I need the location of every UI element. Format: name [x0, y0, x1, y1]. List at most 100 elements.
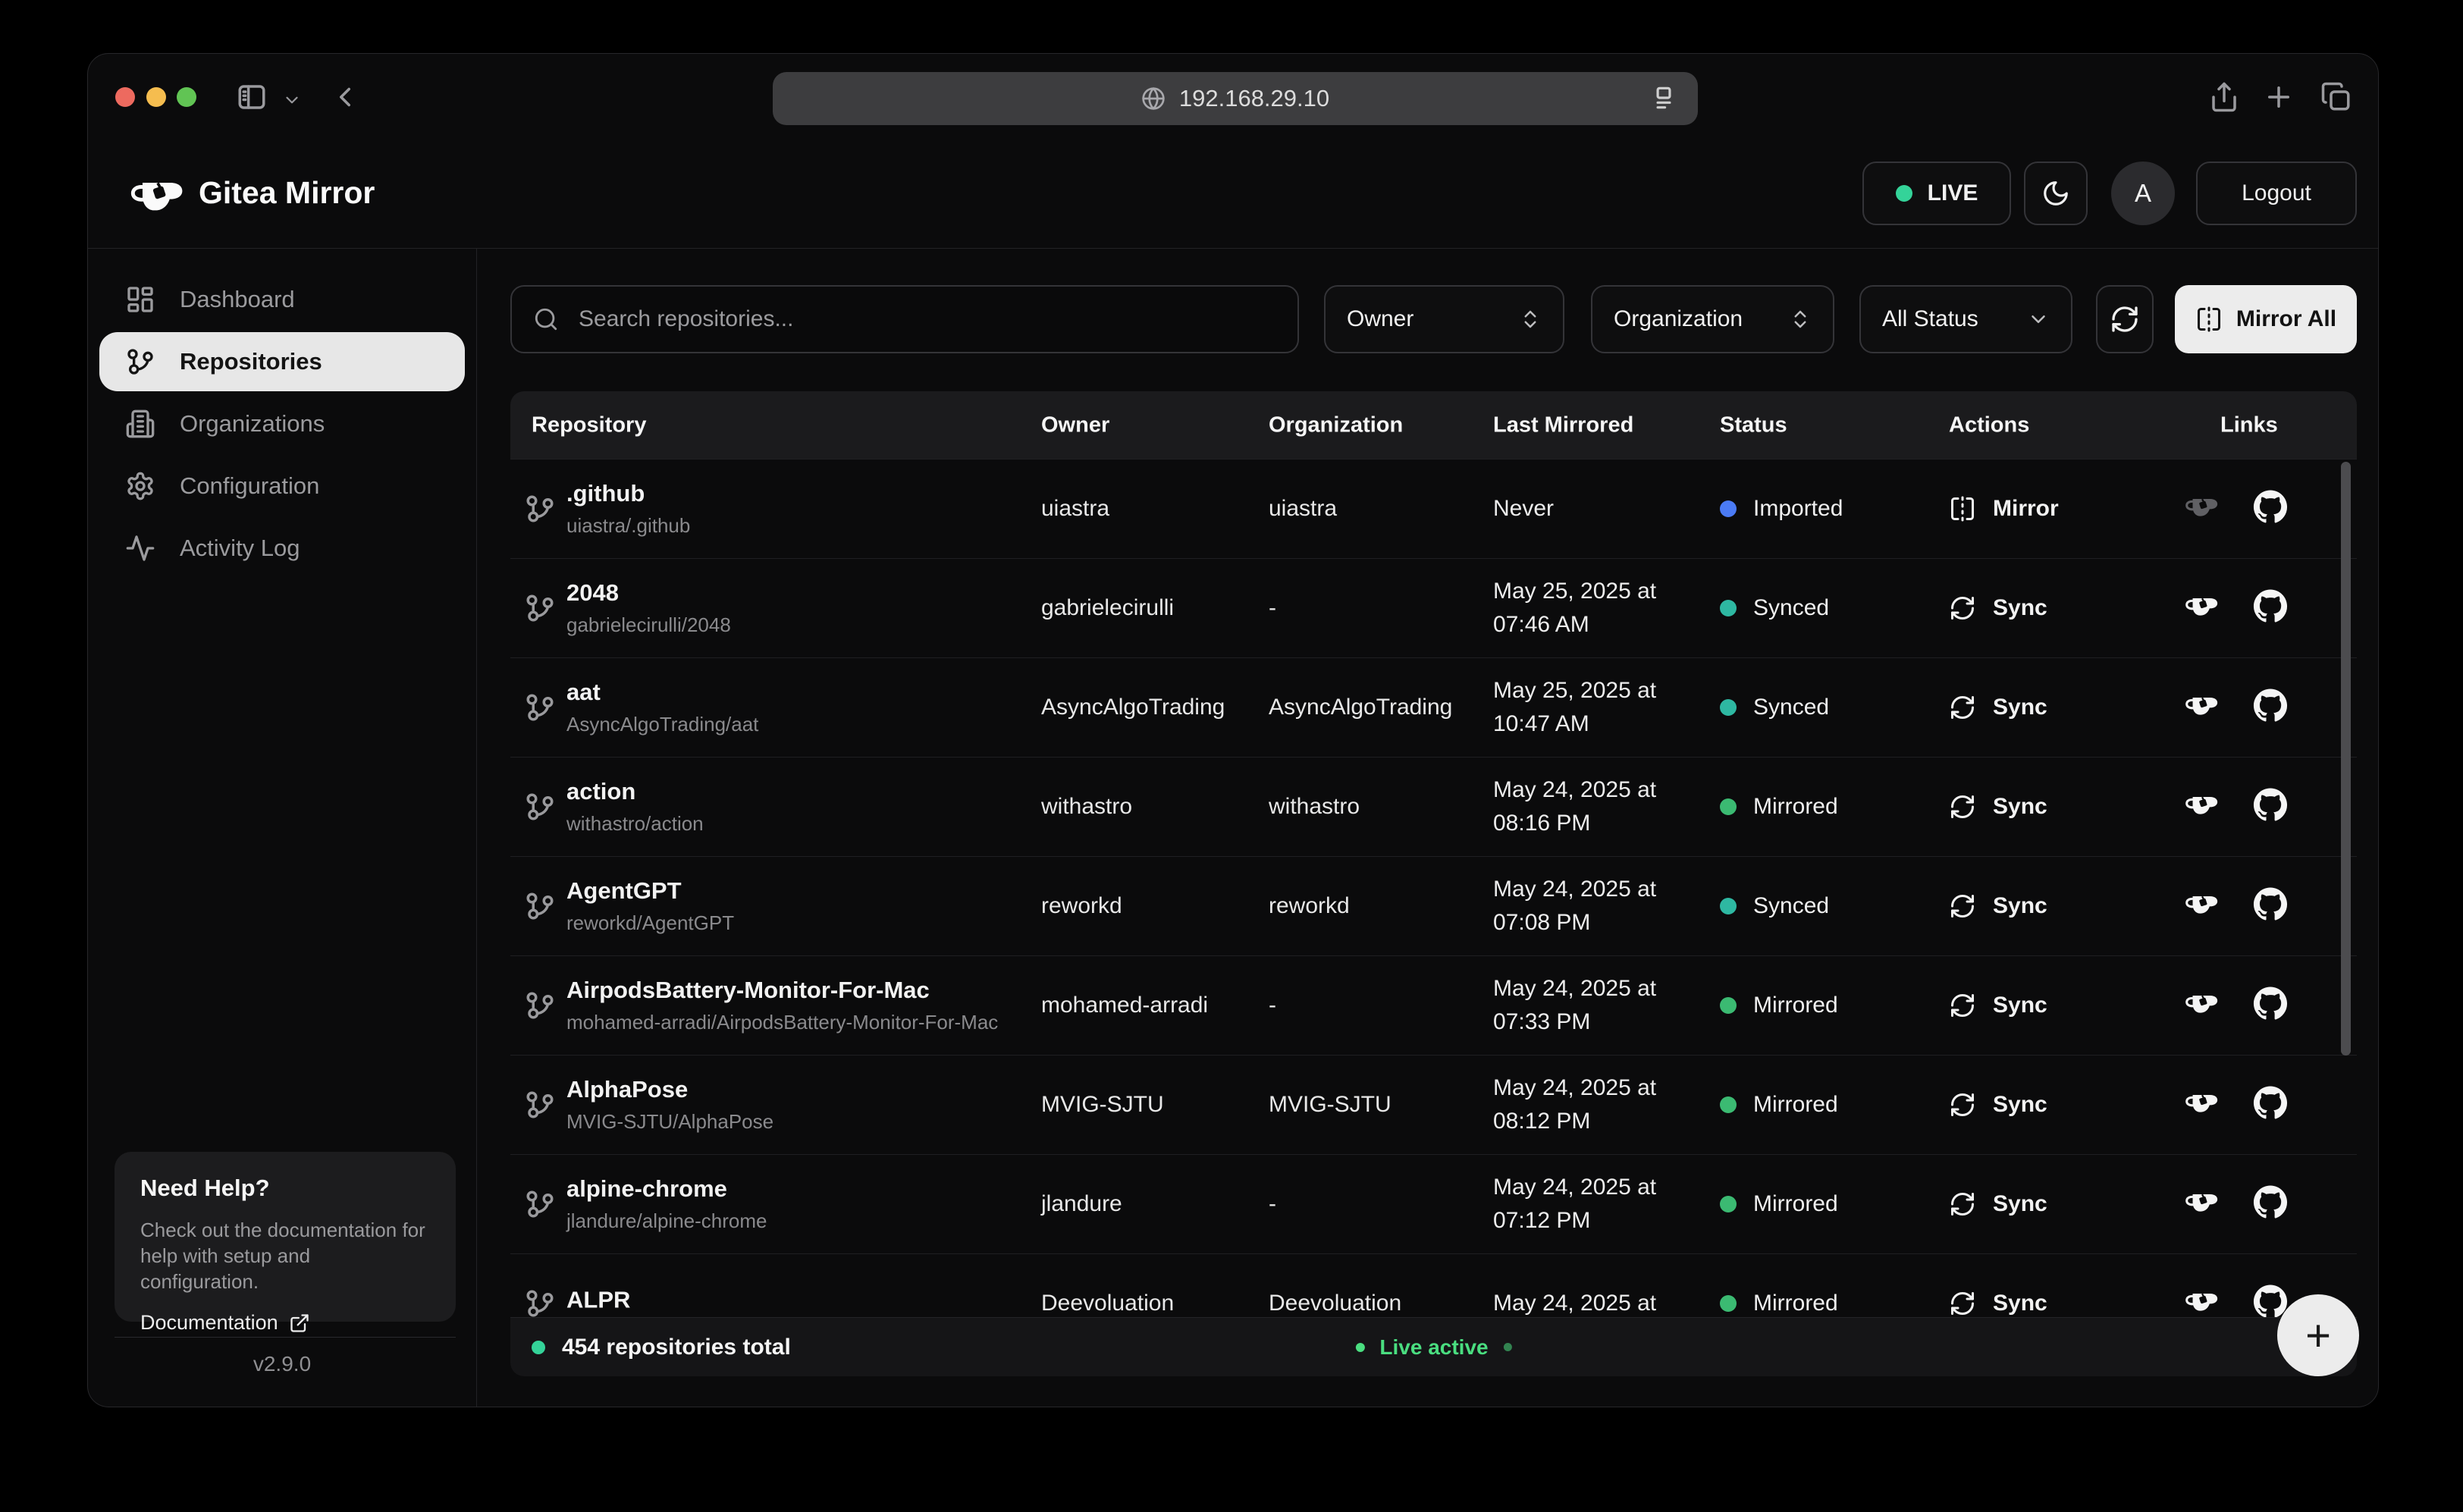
git-fork-icon — [524, 493, 556, 525]
refresh-button[interactable] — [2096, 285, 2154, 353]
moon-icon — [2041, 179, 2070, 208]
repo-links — [2185, 490, 2288, 529]
status-label: Synced — [1753, 595, 1829, 621]
avatar[interactable]: A — [2111, 162, 2175, 225]
status-dot — [1720, 798, 1737, 815]
total-dot — [532, 1341, 545, 1354]
github-link-icon[interactable] — [2253, 987, 2288, 1025]
repo-action-button[interactable]: Sync — [1949, 594, 2047, 622]
github-link-icon[interactable] — [2253, 788, 2288, 827]
share-icon[interactable] — [2208, 81, 2240, 113]
search-input[interactable] — [577, 306, 1276, 333]
sync-action-icon — [1949, 892, 1976, 920]
repo-name[interactable]: 2048 — [566, 579, 731, 607]
repo-owner: uiastra — [1041, 496, 1109, 522]
repo-path: gabrielecirulli/2048 — [566, 613, 731, 637]
minimize-window-button[interactable] — [146, 87, 166, 107]
close-window-button[interactable] — [115, 87, 135, 107]
repo-links — [2185, 589, 2288, 628]
gitea-link-icon[interactable] — [2185, 987, 2220, 1025]
repo-organization: reworkd — [1269, 893, 1350, 919]
help-body: Check out the documentation for help wit… — [140, 1217, 430, 1294]
table-row: AgentGPT reworkd/AgentGPT reworkd rework… — [510, 856, 2357, 955]
repo-action-button[interactable]: Sync — [1949, 694, 2047, 721]
status-dot — [1720, 1295, 1737, 1312]
repositories-total: 454 repositories total — [532, 1335, 791, 1360]
gitea-link-icon[interactable] — [2185, 788, 2220, 827]
repo-action-button[interactable]: Mirror — [1949, 495, 2059, 522]
repo-links — [2185, 788, 2288, 827]
organization-filter-select[interactable]: Organization — [1591, 285, 1834, 353]
github-link-icon[interactable] — [2253, 689, 2288, 727]
github-link-icon[interactable] — [2253, 1086, 2288, 1125]
github-link-icon[interactable] — [2253, 1185, 2288, 1224]
table-row: AlphaPose MVIG-SJTU/AlphaPose MVIG-SJTU … — [510, 1055, 2357, 1154]
github-link-icon[interactable] — [2253, 887, 2288, 926]
sidebar-item-configuration[interactable]: Configuration — [99, 456, 465, 516]
page-preview-icon[interactable] — [1649, 83, 1678, 112]
sidebar-item-repositories[interactable]: Repositories — [99, 332, 465, 391]
repo-path: jlandure/alpine-chrome — [566, 1209, 767, 1233]
add-repository-button[interactable]: + — [2277, 1294, 2359, 1376]
action-label: Sync — [1993, 893, 2047, 919]
sidebar-item-organizations[interactable]: Organizations — [99, 394, 465, 453]
repo-name[interactable]: alpine-chrome — [566, 1175, 767, 1203]
repo-organization: uiastra — [1269, 496, 1337, 522]
sidebar-item-dashboard[interactable]: Dashboard — [99, 270, 465, 329]
repo-action-button[interactable]: Sync — [1949, 1290, 2047, 1317]
mirror-all-button[interactable]: Mirror All — [2175, 285, 2357, 353]
gitea-link-icon[interactable] — [2185, 1185, 2220, 1224]
status-label: Mirrored — [1753, 1191, 1838, 1217]
repo-name[interactable]: action — [566, 778, 704, 805]
repo-action-button[interactable]: Sync — [1949, 992, 2047, 1019]
repo-action-button[interactable]: Sync — [1949, 1190, 2047, 1218]
repo-name[interactable]: .github — [566, 480, 690, 507]
logout-button[interactable]: Logout — [2196, 162, 2357, 225]
github-link-icon[interactable] — [2253, 490, 2288, 529]
table-scrollbar[interactable] — [2341, 462, 2351, 1056]
gitea-link-icon[interactable] — [2185, 589, 2220, 628]
gitea-logo-icon — [130, 168, 186, 227]
sidebar-item-activity-log[interactable]: Activity Log — [99, 519, 465, 578]
back-button[interactable] — [329, 81, 361, 113]
address-bar[interactable]: 192.168.29.10 — [773, 72, 1698, 125]
repo-name[interactable]: AlphaPose — [566, 1076, 773, 1103]
documentation-link[interactable]: Documentation — [140, 1311, 430, 1335]
repo-action-button[interactable]: Sync — [1949, 1091, 2047, 1118]
action-label: Sync — [1993, 993, 2047, 1018]
external-link-icon — [289, 1313, 310, 1334]
repo-action-button[interactable]: Sync — [1949, 892, 2047, 920]
tab-overview-icon[interactable] — [2320, 81, 2352, 113]
repo-name[interactable]: ALPR — [566, 1287, 630, 1314]
status-dot — [1720, 699, 1737, 716]
action-label: Sync — [1993, 1092, 2047, 1118]
zoom-window-button[interactable] — [177, 87, 196, 107]
repo-name[interactable]: aat — [566, 679, 758, 706]
live-dot — [1896, 185, 1912, 202]
action-label: Sync — [1993, 1191, 2047, 1217]
help-title: Need Help? — [140, 1175, 430, 1202]
new-tab-icon[interactable] — [2263, 81, 2295, 113]
repo-last-mirrored: May 24, 2025 at 08:16 PM — [1493, 773, 1656, 840]
owner-filter-select[interactable]: Owner — [1324, 285, 1564, 353]
gitea-link-icon[interactable] — [2185, 490, 2220, 529]
browser-window: 192.168.29.10 Gitea Mirror LIVE A Logout — [87, 53, 2379, 1407]
chevron-down-icon[interactable] — [282, 90, 302, 110]
repo-status: Mirrored — [1720, 1291, 1838, 1316]
chevrons-up-down-icon — [1519, 308, 1542, 331]
gitea-link-icon[interactable] — [2185, 689, 2220, 727]
status-label: Mirrored — [1753, 1291, 1838, 1316]
repo-name[interactable]: AgentGPT — [566, 877, 734, 905]
repo-name[interactable]: AirpodsBattery-Monitor-For-Mac — [566, 977, 998, 1004]
github-link-icon[interactable] — [2253, 589, 2288, 628]
gear-icon — [125, 471, 155, 501]
theme-toggle-button[interactable] — [2024, 162, 2088, 225]
live-status-button[interactable]: LIVE — [1862, 162, 2011, 225]
gitea-link-icon[interactable] — [2185, 887, 2220, 926]
repo-action-button[interactable]: Sync — [1949, 793, 2047, 820]
sidebar-toggle-icon[interactable] — [236, 81, 268, 113]
gitea-link-icon[interactable] — [2185, 1086, 2220, 1125]
status-filter-select[interactable]: All Status — [1859, 285, 2072, 353]
repo-organization: - — [1269, 993, 1276, 1018]
status-dot — [1720, 500, 1737, 517]
